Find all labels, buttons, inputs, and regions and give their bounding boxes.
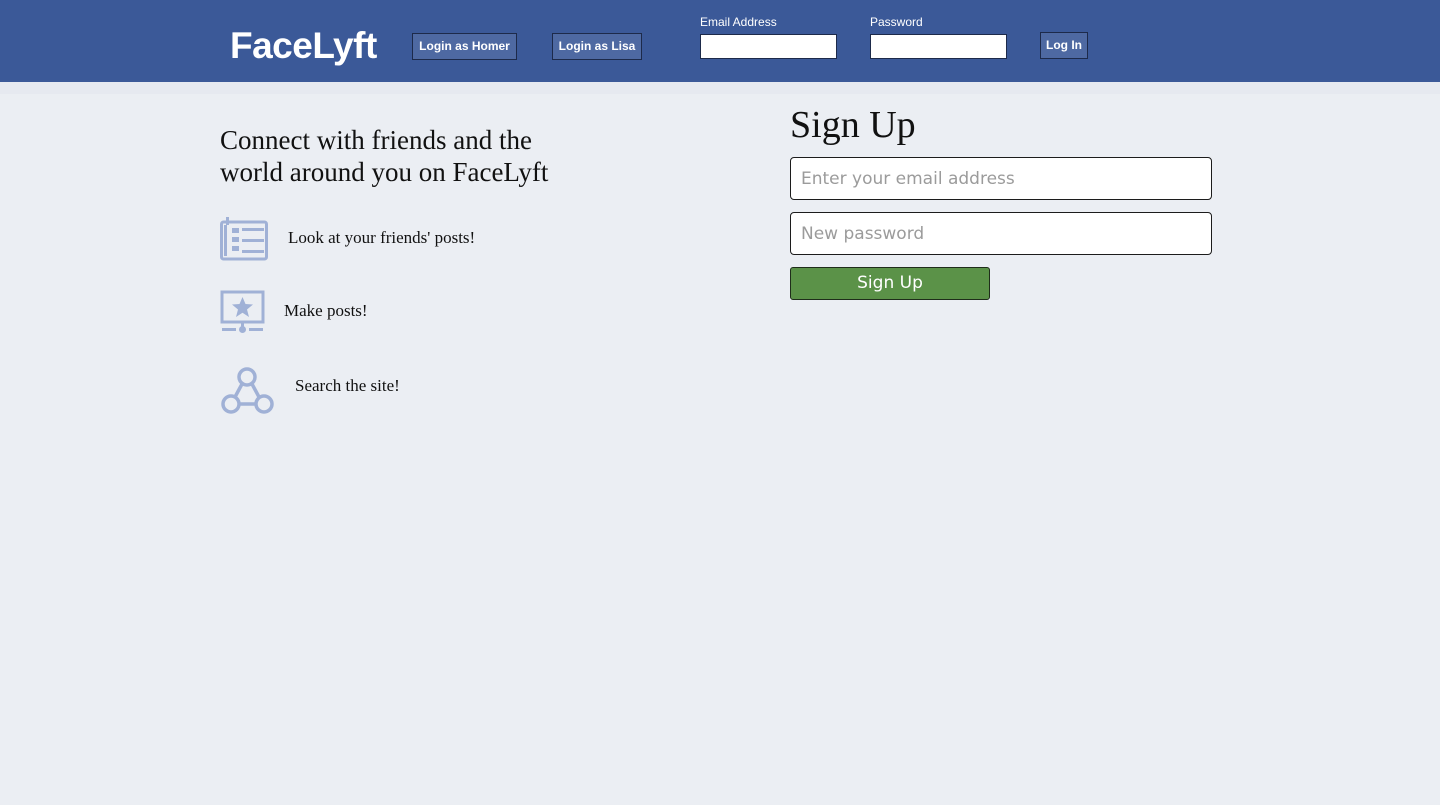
login-email-field[interactable] (700, 34, 837, 59)
sign-up-button[interactable]: Sign Up (790, 267, 990, 300)
feature-posts-text: Look at your friends' posts! (288, 228, 476, 247)
feature-search-text: Search the site! (295, 376, 400, 395)
intro-tagline: Connect with friends and the world aroun… (220, 125, 549, 187)
login-as-homer-button[interactable]: Login as Homer (412, 33, 517, 60)
network-icon (220, 366, 276, 421)
password-label: Password (870, 15, 923, 29)
login-password-field[interactable] (870, 34, 1007, 59)
newsfeed-icon (220, 216, 270, 267)
signup-title: Sign Up (790, 104, 916, 146)
feature-make-posts-text: Make posts! (284, 301, 368, 320)
header-divider (0, 82, 1440, 94)
post-icon (220, 290, 266, 341)
signup-password-field[interactable] (790, 212, 1212, 255)
login-as-lisa-button[interactable]: Login as Lisa (552, 33, 642, 60)
email-address-label: Email Address (700, 15, 777, 29)
site-logo[interactable]: FaceLyft (230, 24, 377, 68)
signup-email-field[interactable] (790, 157, 1212, 200)
log-in-button[interactable]: Log In (1040, 32, 1088, 59)
